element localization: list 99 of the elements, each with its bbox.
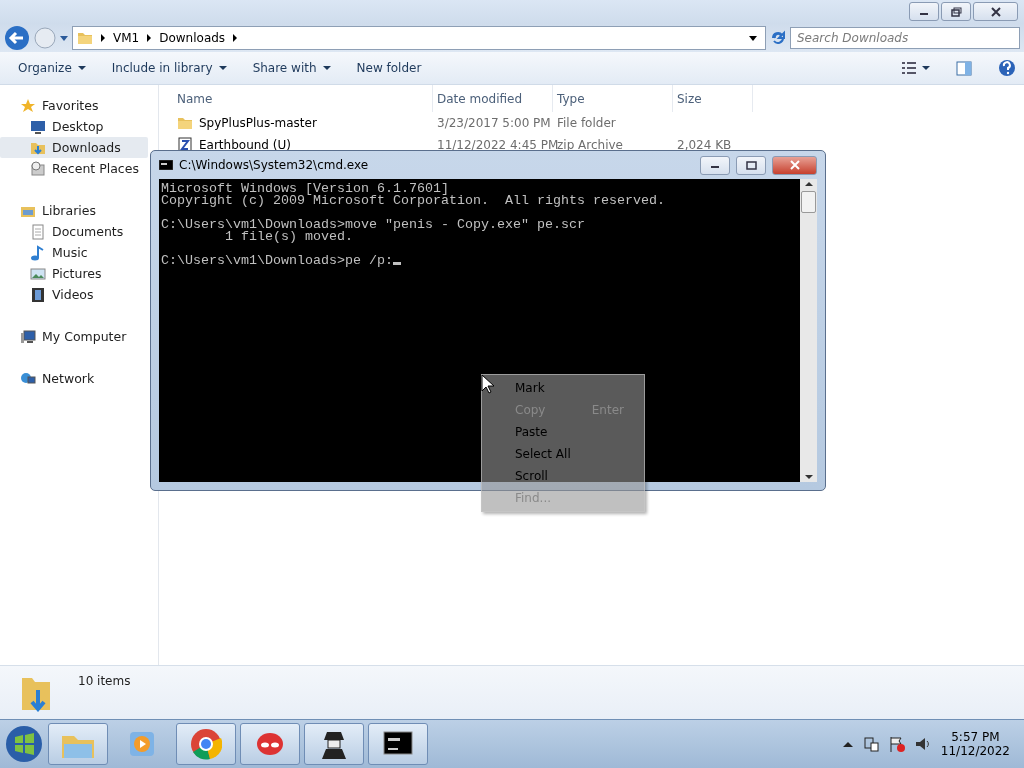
toolbar-button[interactable]: Organize	[8, 58, 96, 78]
sidebar-label: Network	[42, 371, 95, 386]
sidebar-item[interactable]: Documents	[0, 221, 148, 242]
close-icon	[990, 6, 1001, 17]
sidebar-item[interactable]: Recent Places	[0, 158, 148, 179]
close-button[interactable]	[772, 155, 817, 175]
help-icon	[998, 59, 1016, 77]
sidebar-item[interactable]: Favorites	[0, 95, 148, 116]
column-header[interactable]: Name	[173, 85, 433, 112]
toolbar-button[interactable]: New folder	[346, 58, 432, 78]
caret-icon	[60, 35, 68, 41]
network-icon	[20, 370, 36, 387]
console-line: C:\Users\vm1\Downloads>move "penis - Copy.exe" pe.scr	[161, 219, 586, 231]
sidebar-label: Pictures	[52, 266, 102, 281]
console-icon	[159, 160, 173, 170]
console-line: C:\Users\vm1\Downloads>pe /p:	[161, 255, 800, 267]
address-bar[interactable]: VM1 Downloads	[72, 26, 766, 50]
column-header[interactable]: Size	[673, 85, 753, 112]
minimize-button[interactable]	[700, 155, 730, 175]
sidebar-item[interactable]: Libraries	[0, 200, 148, 221]
toolbar-button[interactable]: Share with	[242, 58, 341, 78]
sidebar-label: My Computer	[42, 329, 127, 344]
scroll-up-icon	[804, 181, 813, 187]
film-icon	[30, 286, 46, 303]
sidebar-item[interactable]: Downloads	[0, 137, 148, 158]
taskbar-button[interactable]	[304, 723, 364, 765]
mouse-pointer-icon	[481, 374, 495, 394]
sidebar-item[interactable]: My Computer	[0, 326, 148, 347]
file-cell: 11/12/2022 4:45 PM	[437, 138, 559, 152]
column-header[interactable]: Date modified	[433, 85, 553, 112]
chevron-icon	[101, 34, 105, 42]
sidebar-label: Music	[52, 245, 88, 260]
sidebar-item[interactable]: Music	[0, 242, 148, 263]
taskbar-button[interactable]	[368, 723, 428, 765]
sidebar-item[interactable]: Desktop	[0, 116, 148, 137]
computer-icon	[20, 328, 36, 345]
music-note-icon	[30, 244, 46, 261]
file-cell: 3/23/2017 5:00 PM	[437, 116, 551, 130]
chrome-icon	[190, 728, 222, 760]
minimize-button[interactable]	[909, 2, 939, 21]
sidebar-item[interactable]: Network	[0, 368, 148, 389]
caret-icon	[77, 66, 86, 70]
dropdown-caret-icon	[749, 35, 757, 41]
folder-icon	[177, 115, 193, 131]
column-header[interactable]: Type	[553, 85, 673, 112]
preview-pane-icon	[956, 60, 972, 76]
caret-icon	[322, 66, 331, 70]
folder-icon	[77, 30, 93, 46]
breadcrumb[interactable]: Downloads	[159, 31, 226, 45]
console-line: Copyright (c) 2009 Microsoft Corporation. All rights reserved.	[161, 195, 666, 207]
refresh-icon	[770, 30, 786, 46]
chevron-icon	[233, 34, 238, 42]
caret-icon	[922, 66, 930, 70]
console-line: Microsoft Windows [Version 6.1.7601]	[161, 183, 449, 195]
toolbar-button[interactable]: Include in library	[101, 58, 237, 78]
desktop-icon	[30, 118, 46, 135]
pictures-icon	[30, 265, 46, 282]
restore-icon	[950, 6, 962, 17]
restore-button[interactable]	[941, 2, 971, 21]
chevron-icon	[147, 34, 152, 42]
scroll-down-icon	[804, 474, 813, 480]
document-icon	[30, 223, 46, 240]
scrollbar[interactable]	[800, 179, 817, 482]
sidebar-label: Videos	[52, 287, 94, 302]
network-status-icon	[862, 736, 879, 752]
window-title: C:\Windows\System32\cmd.exe	[179, 158, 369, 172]
sidebar-label: Documents	[52, 224, 124, 239]
sidebar-label: Downloads	[52, 140, 121, 155]
clock-time: 5:57 PM	[951, 730, 1000, 744]
maximize-button[interactable]	[736, 155, 766, 175]
sidebar-item[interactable]: Videos	[0, 284, 148, 305]
file-cell: Earthbound (U)	[199, 138, 291, 152]
sidebar-label: Libraries	[42, 203, 96, 218]
speaker-icon	[914, 736, 931, 752]
sidebar-label: Desktop	[52, 119, 104, 134]
caret-icon	[218, 66, 227, 70]
recent-places-icon	[30, 160, 46, 177]
item-count: 10 items	[78, 674, 131, 688]
console-line: 1 file(s) moved.	[224, 231, 354, 243]
scrollbar-thumb[interactable]	[801, 191, 816, 213]
file-cell: SpyPlusPlus-master	[199, 116, 317, 130]
close-button[interactable]	[973, 2, 1018, 21]
start-button-icon	[4, 724, 44, 764]
tray-arrow-icon	[842, 740, 853, 748]
clock-date: 11/12/2022	[940, 744, 1010, 758]
maximize-icon	[745, 160, 757, 170]
breadcrumb[interactable]: VM1	[113, 31, 140, 45]
flag-warning-icon	[888, 736, 905, 752]
star-icon	[20, 97, 36, 114]
sidebar-label: Favorites	[42, 98, 99, 113]
file-cell: File folder	[557, 116, 616, 130]
forward-circle-icon	[34, 27, 56, 49]
file-cell: 2,024 KB	[677, 138, 732, 152]
file-cell: zip Archive	[557, 138, 623, 152]
search-field[interactable]: Search Downloads	[790, 27, 1020, 49]
view-options-icon	[902, 61, 916, 75]
sidebar-label: Recent Places	[52, 161, 139, 176]
sidebar-item[interactable]: Pictures	[0, 263, 148, 284]
close-icon	[789, 160, 800, 170]
